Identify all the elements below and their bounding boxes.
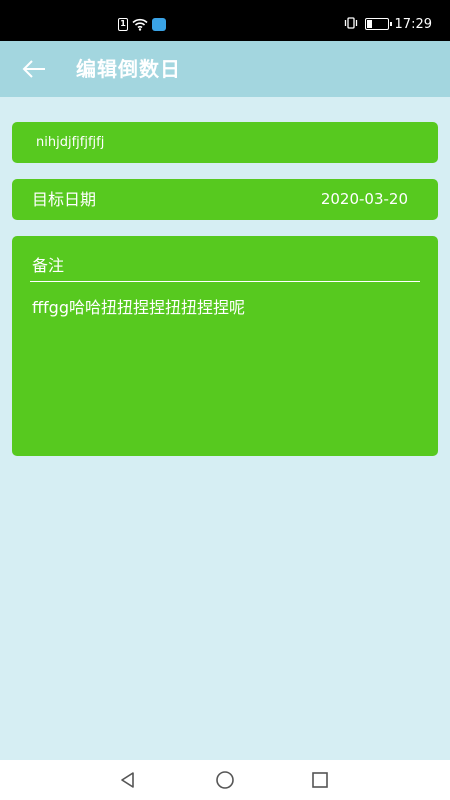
app-notification-icon: [152, 17, 166, 31]
app-bar: 编辑倒数日: [0, 41, 450, 97]
target-date-label: 目标日期: [32, 190, 97, 209]
back-triangle-icon: [121, 772, 134, 788]
note-divider: [30, 281, 420, 282]
system-nav-bar: [0, 760, 450, 800]
arrow-left-icon: [22, 60, 45, 78]
target-date-row[interactable]: 目标日期 2020-03-20: [12, 179, 438, 220]
back-button[interactable]: [20, 55, 48, 83]
note-field[interactable]: 备注 fffgg哈哈扭扭捏捏扭扭捏捏呢: [12, 236, 438, 456]
name-field[interactable]: nihjdjfjfjfjfj: [12, 122, 438, 163]
page-title: 编辑倒数日: [76, 57, 181, 81]
battery-icon: [364, 18, 392, 30]
battery-level: [366, 20, 372, 28]
name-value: nihjdjfjfjfjfj: [36, 135, 105, 150]
target-date-value: 2020-03-20: [320, 190, 408, 208]
note-value: fffgg哈哈扭扭捏捏扭扭捏捏呢: [32, 298, 245, 317]
vibrate-icon: [343, 16, 359, 32]
note-label: 备注: [32, 256, 65, 275]
status-icons-right: 17:29: [343, 16, 432, 32]
wifi-icon: [132, 18, 148, 31]
home-circle-icon: [216, 771, 234, 789]
recents-square-icon: [312, 772, 328, 788]
nav-recents-button[interactable]: [310, 770, 330, 790]
nav-back-button[interactable]: [118, 770, 138, 790]
status-time: 17:29: [394, 16, 432, 32]
status-bar: 1 17:29: [0, 0, 450, 41]
nav-home-button[interactable]: [215, 770, 235, 790]
status-icons-left: 1: [118, 16, 166, 32]
sim-icon: 1: [118, 17, 128, 31]
